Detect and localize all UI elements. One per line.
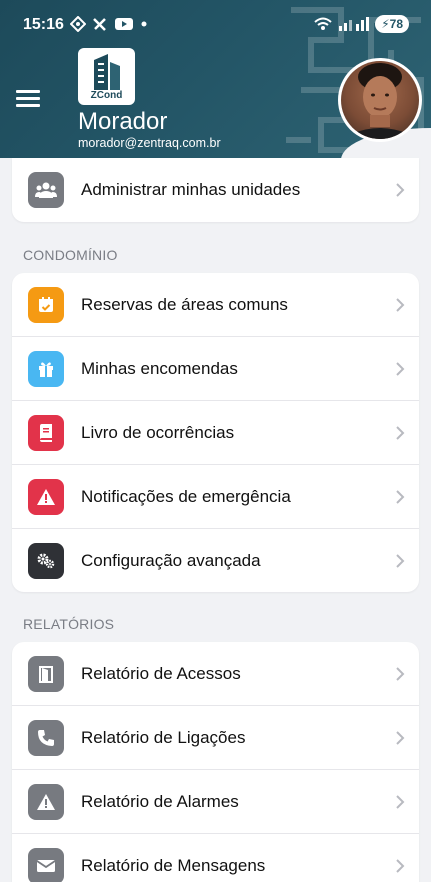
section-title-condominio: CONDOMÍNIO (23, 247, 118, 263)
phone-icon (28, 719, 64, 756)
youtube-icon (115, 18, 133, 30)
nfc-icon (70, 16, 86, 32)
door-icon (28, 655, 64, 692)
list-item-alarmes[interactable]: Relatório de Alarmes (12, 770, 419, 834)
list-item-ocorrencias[interactable]: Livro de ocorrências (12, 401, 419, 465)
list-item-label: Administrar minhas unidades (81, 180, 301, 199)
list-item-reservas[interactable]: Reservas de áreas comuns (12, 273, 419, 337)
wrench-icon (93, 18, 106, 31)
wifi-icon (314, 17, 332, 30)
dot-icon (141, 21, 147, 27)
user-email: morador@zentraq.com.br (78, 136, 221, 150)
logo-text: ZCond (90, 90, 123, 101)
status-bar: 15:16 ⚡78 (0, 14, 431, 38)
chevron-right-icon (396, 666, 405, 681)
list-item-encomendas[interactable]: Minhas encomendas (12, 337, 419, 401)
gift-icon (28, 350, 64, 387)
chevron-right-icon (396, 297, 405, 312)
person-portrait-icon (341, 63, 419, 139)
warning-icon (28, 478, 64, 515)
app-logo: ZCond (78, 48, 135, 105)
chevron-right-icon (396, 489, 405, 504)
chevron-right-icon (396, 554, 405, 568)
list-item-label: Relatório de Ligações (81, 727, 246, 747)
list-item-configuracao[interactable]: Configuração avançada (12, 529, 419, 593)
list-item-label: Minhas encomendas (81, 358, 238, 378)
relatorios-card: Relatório de Acessos Relatório de Ligaçõ… (12, 642, 419, 882)
building-logo-icon (94, 54, 120, 90)
chevron-right-icon (396, 730, 405, 745)
warning-icon (28, 783, 64, 820)
avatar-image (341, 61, 419, 139)
chevron-right-icon (396, 425, 405, 440)
list-item-label: Relatório de Mensagens (81, 856, 266, 875)
users-icon (28, 172, 64, 208)
chevron-right-icon (396, 183, 405, 197)
units-card: Administrar minhas unidades (12, 158, 419, 222)
page-title: Morador (78, 108, 168, 135)
signal-icon (339, 17, 370, 31)
status-time: 15:16 (23, 16, 64, 33)
list-item-mensagens[interactable]: Relatório de Mensagens (12, 834, 419, 882)
book-icon (28, 414, 64, 451)
calendar-check-icon (28, 286, 64, 323)
avatar[interactable] (338, 58, 422, 142)
list-item-label: Livro de ocorrências (81, 422, 235, 442)
list-item-label: Relatório de Alarmes (81, 791, 239, 811)
chevron-right-icon (396, 794, 405, 809)
list-item-label: Configuração avançada (81, 551, 261, 570)
list-item-emergencia[interactable]: Notificações de emergência (12, 465, 419, 529)
chevron-right-icon (396, 859, 405, 873)
condominio-card: Reservas de áreas comuns Minhas encomend… (12, 273, 419, 592)
list-item-ligacoes[interactable]: Relatório de Ligações (12, 706, 419, 770)
chevron-right-icon (396, 361, 405, 376)
section-title-relatorios: RELATÓRIOS (23, 616, 115, 632)
list-item-label: Reservas de áreas comuns (81, 294, 288, 314)
envelope-icon (28, 848, 64, 882)
battery-indicator: ⚡78 (375, 15, 409, 33)
list-item-label: Relatório de Acessos (81, 663, 241, 683)
battery-level: 78 (389, 17, 403, 31)
list-item-label: Notificações de emergência (81, 486, 291, 506)
list-item-administrar-unidades[interactable]: Administrar minhas unidades (12, 158, 419, 222)
list-item-acessos[interactable]: Relatório de Acessos (12, 642, 419, 706)
gears-icon (28, 543, 64, 579)
menu-icon[interactable] (16, 90, 40, 110)
